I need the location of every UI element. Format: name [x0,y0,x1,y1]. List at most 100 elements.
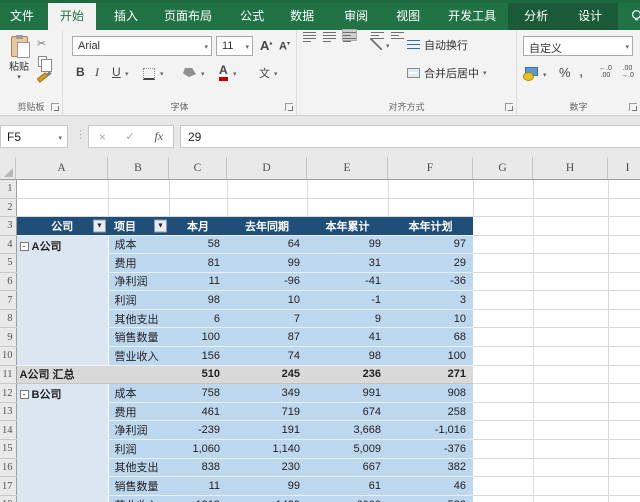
merge-center-button[interactable]: 合并后居中 ▾ [407,65,487,81]
empty-cell[interactable] [608,347,640,366]
row-header-10[interactable]: 10 [0,347,16,366]
empty-cell[interactable] [608,180,640,198]
company-cell-A公司[interactable]: A公司 [16,235,108,365]
empty-cell[interactable] [608,440,640,459]
column-header-F[interactable]: F [388,157,473,179]
item-cell[interactable]: 其他支出 [108,458,169,477]
value-cell[interactable]: 3 [388,291,473,310]
value-cell[interactable]: 99 [227,254,307,273]
increase-indent-icon[interactable] [391,30,404,40]
table-header-company[interactable]: 公司 [16,216,108,235]
empty-cell[interactable] [533,458,608,477]
value-cell[interactable]: 58 [169,235,227,254]
value-cell[interactable]: -1,016 [388,421,473,440]
empty-cell[interactable] [533,421,608,440]
row-header-15[interactable]: 15 [0,440,16,459]
value-cell[interactable]: 74 [227,347,307,366]
empty-cell[interactable] [608,365,640,384]
empty-cell[interactable] [533,291,608,310]
empty-cell[interactable] [473,384,533,403]
empty-cell[interactable] [16,198,108,216]
empty-cell[interactable] [473,309,533,328]
fill-color-dropdown-caret[interactable]: ▾ [201,70,205,78]
row-header-4[interactable]: 4 [0,235,16,254]
table-header-4[interactable]: 本年累计 [307,216,388,235]
row-header-17[interactable]: 17 [0,477,16,496]
empty-cell[interactable] [169,180,227,198]
item-cell[interactable]: 费用 [108,402,169,421]
empty-cell[interactable] [227,180,307,198]
item-cell[interactable]: 费用 [108,254,169,273]
filter-button-company[interactable] [93,219,106,232]
value-cell[interactable]: 838 [169,458,227,477]
value-cell[interactable]: 349 [227,384,307,403]
item-cell[interactable]: 销售数量 [108,328,169,347]
value-cell[interactable]: 758 [169,384,227,403]
column-header-H[interactable]: H [533,157,608,179]
empty-cell[interactable] [108,198,169,216]
item-cell[interactable]: 利润 [108,440,169,459]
accounting-format-icon[interactable] [525,67,538,76]
value-cell[interactable]: 7 [227,309,307,328]
empty-cell[interactable] [608,384,640,403]
tab-design[interactable]: 设计 [576,0,604,30]
empty-cell[interactable] [473,254,533,273]
column-header-B[interactable]: B [108,157,169,179]
value-cell[interactable]: 191 [227,421,307,440]
format-painter-icon[interactable] [37,72,49,83]
wrap-text-button[interactable]: 自动换行 [407,37,468,53]
tab-formulas[interactable]: 公式 [238,0,266,30]
row-header-2[interactable]: 2 [0,198,16,216]
empty-cell[interactable] [608,328,640,347]
table-header-3[interactable]: 去年同期 [227,216,307,235]
number-dialog-launcher[interactable] [629,103,637,111]
font-name-combobox[interactable]: Arial▾ [72,36,212,56]
column-header-E[interactable]: E [307,157,388,179]
empty-cell[interactable] [533,235,608,254]
total-value-cell[interactable]: 236 [307,365,388,384]
value-cell[interactable]: -36 [388,272,473,291]
decrease-indent-icon[interactable] [371,30,384,40]
column-header-G[interactable]: G [473,157,533,179]
value-cell[interactable]: -376 [388,440,473,459]
empty-cell[interactable] [533,309,608,328]
column-header-I[interactable]: I [608,157,640,179]
empty-cell[interactable] [533,402,608,421]
empty-cell[interactable] [473,402,533,421]
empty-cell[interactable] [608,421,640,440]
tab-view[interactable]: 视图 [394,0,422,30]
empty-cell[interactable] [533,477,608,496]
font-dialog-launcher[interactable] [285,103,293,111]
empty-cell[interactable] [533,180,608,198]
value-cell[interactable]: 258 [388,402,473,421]
empty-cell[interactable] [473,272,533,291]
increase-decimal-icon[interactable]: ←.0.00 [599,65,612,79]
empty-cell[interactable] [473,347,533,366]
empty-cell[interactable] [108,180,169,198]
table-header-item[interactable]: 项目 [108,216,169,235]
value-cell[interactable]: 61 [307,477,388,496]
value-cell[interactable]: 3,668 [307,421,388,440]
item-cell[interactable]: 其他支出 [108,309,169,328]
borders-dropdown-caret[interactable]: ▾ [160,70,164,78]
value-cell[interactable]: 29 [388,254,473,273]
comma-style-button[interactable]: , [579,63,583,80]
value-cell[interactable]: 230 [227,458,307,477]
value-cell[interactable]: 532 [388,495,473,502]
empty-cell[interactable] [533,272,608,291]
filter-button-item[interactable] [154,219,167,232]
row-header-8[interactable]: 8 [0,309,16,328]
table-header-5[interactable]: 本年计划 [388,216,473,235]
grow-font-button[interactable]: A▴ [260,38,272,53]
value-cell[interactable]: 1,140 [227,440,307,459]
empty-cell[interactable] [608,198,640,216]
empty-cell[interactable] [533,495,608,502]
empty-cell[interactable] [473,440,533,459]
value-cell[interactable]: 98 [307,347,388,366]
value-cell[interactable]: 667 [307,458,388,477]
row-header-1[interactable]: 1 [0,180,16,198]
item-cell[interactable]: 成本 [108,384,169,403]
table-header-2[interactable]: 本月 [169,216,227,235]
underline-button[interactable]: U [112,65,121,79]
empty-cell[interactable] [608,458,640,477]
